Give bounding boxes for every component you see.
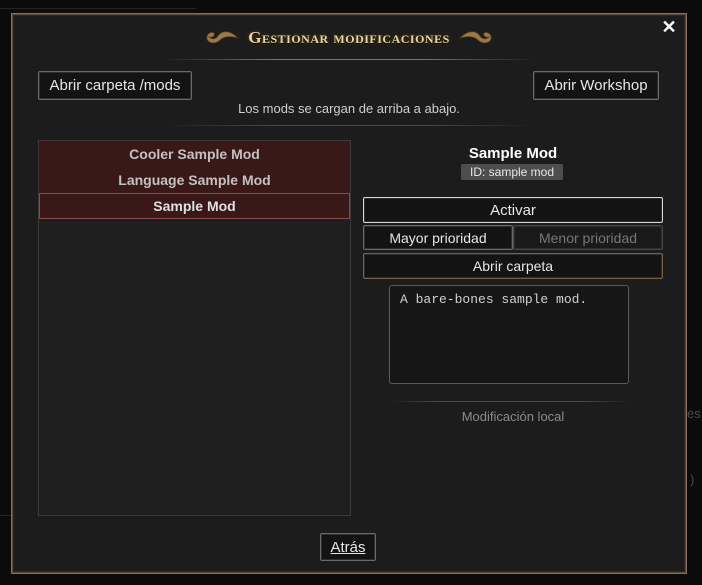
close-icon[interactable]: ✕ xyxy=(661,18,677,36)
open-folder-button[interactable]: Abrir carpeta xyxy=(363,253,663,279)
mod-source-label: Modificación local xyxy=(461,409,565,424)
background-divider xyxy=(0,8,196,9)
background-text-fragment: ) xyxy=(690,472,695,487)
description-divider xyxy=(391,401,631,402)
mod-list-item[interactable]: Cooler Sample Mod xyxy=(39,141,350,167)
background-divider xyxy=(0,515,12,516)
hint-divider xyxy=(163,125,535,126)
open-workshop-button[interactable]: Abrir Workshop xyxy=(533,71,659,100)
priority-down-button[interactable]: Menor prioridad xyxy=(513,225,663,250)
title-divider xyxy=(163,59,535,60)
load-order-hint: Los mods se cargan de arriba a abajo. xyxy=(238,101,460,116)
mod-detail-title: Sample Mod xyxy=(468,145,558,162)
left-ornament-icon xyxy=(204,27,240,49)
dialog-header: Gestionar modificaciones xyxy=(13,21,685,55)
mod-id-badge: ID: sample mod xyxy=(461,164,563,180)
mod-list-item[interactable]: Language Sample Mod xyxy=(39,167,350,193)
open-mods-folder-button[interactable]: Abrir carpeta /mods xyxy=(38,71,192,100)
priority-up-button[interactable]: Mayor prioridad xyxy=(363,225,513,250)
mod-list[interactable]: Cooler Sample Mod Language Sample Mod Sa… xyxy=(38,140,351,516)
dialog-title: Gestionar modificaciones xyxy=(248,28,450,47)
right-ornament-icon xyxy=(458,27,494,49)
manage-mods-dialog: Gestionar modificaciones ✕ Abrir carpeta… xyxy=(11,13,687,574)
background-text-fragment: es xyxy=(687,406,701,421)
mod-list-item-selected[interactable]: Sample Mod xyxy=(39,193,350,219)
back-button[interactable]: Atrás xyxy=(320,533,376,561)
activate-button[interactable]: Activar xyxy=(363,197,663,223)
mod-description-box: A bare-bones sample mod. xyxy=(389,285,629,384)
